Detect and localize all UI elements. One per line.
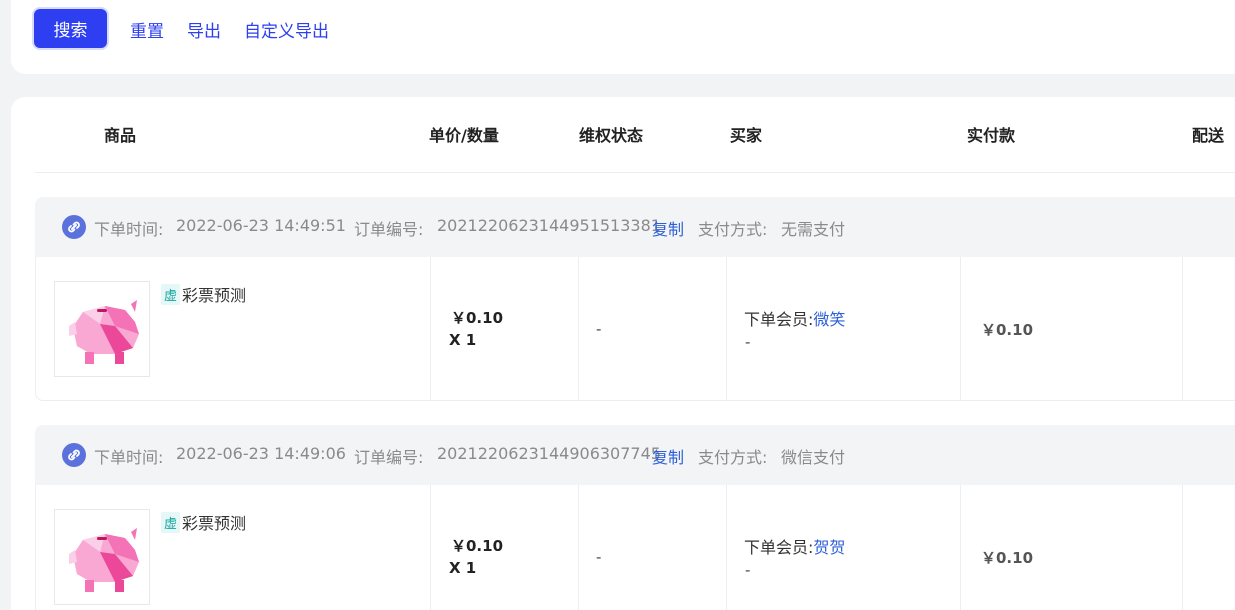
pay-method: 微信支付 xyxy=(781,448,846,467)
export-link[interactable]: 导出 xyxy=(187,17,221,42)
buyer-name-link[interactable]: 微笑 xyxy=(813,310,845,329)
column-divider xyxy=(1182,485,1183,610)
pay-method-label: 支付方式: xyxy=(698,448,768,467)
copy-order-number-button[interactable]: 复制 xyxy=(652,216,684,240)
mini-program-link-icon xyxy=(62,443,86,467)
rights-status: - xyxy=(596,548,602,566)
pay-method: 无需支付 xyxy=(781,220,846,239)
order-time: 2022-06-23 14:49:51 xyxy=(176,216,346,235)
custom-export-link[interactable]: 自定义导出 xyxy=(244,17,329,42)
column-header-rights-status: 维权状态 xyxy=(579,126,644,145)
search-button[interactable]: 搜索 xyxy=(34,9,107,48)
order-number: 2021220623144951513381 xyxy=(437,216,661,235)
quantity: X 1 xyxy=(449,331,477,349)
column-divider xyxy=(1182,257,1183,400)
order-row: 虚 彩票预测 ￥0.10 X 1 - 下单会员:微笑 - ￥0.10 xyxy=(35,257,1235,401)
column-header-price-qty: 单价/数量 xyxy=(429,126,499,145)
product-name[interactable]: 彩票预测 xyxy=(182,282,246,306)
product-thumbnail[interactable] xyxy=(54,281,150,377)
buyer-label: 下单会员: xyxy=(744,538,814,557)
column-divider xyxy=(960,257,961,400)
unit-price: ￥0.10 xyxy=(451,309,504,327)
buyer-label: 下单会员: xyxy=(744,310,814,329)
product-name[interactable]: 彩票预测 xyxy=(182,510,246,534)
order-row: 虚 彩票预测 ￥0.10 X 1 - 下单会员:贺贺 - ￥0.10 xyxy=(35,485,1235,610)
column-divider xyxy=(960,485,961,610)
table-header: 商品 单价/数量 维权状态 买家 实付款 配送 xyxy=(35,97,1235,173)
piggy-bank-icon xyxy=(69,528,139,592)
virtual-product-tag: 虚 xyxy=(161,284,181,305)
buyer-extra: - xyxy=(745,561,751,579)
order-number: 2021220623144906307745 xyxy=(437,444,661,463)
product-thumbnail[interactable] xyxy=(54,509,150,605)
piggy-bank-icon xyxy=(69,300,139,364)
paid-amount: ￥0.10 xyxy=(981,321,1034,339)
order-time: 2022-06-23 14:49:06 xyxy=(176,444,346,463)
buyer-name-link[interactable]: 贺贺 xyxy=(813,538,845,557)
column-divider xyxy=(726,485,727,610)
copy-order-number-button[interactable]: 复制 xyxy=(652,444,684,468)
reset-link[interactable]: 重置 xyxy=(130,17,164,42)
column-header-delivery: 配送 xyxy=(1192,126,1225,145)
column-header-product: 商品 xyxy=(104,126,137,145)
column-header-buyer: 买家 xyxy=(730,126,763,145)
buyer-info: 下单会员:贺贺 xyxy=(744,534,845,558)
buyer-extra: - xyxy=(745,333,751,351)
column-divider xyxy=(430,485,431,610)
column-divider xyxy=(578,485,579,610)
order-time-label: 下单时间: xyxy=(94,448,164,467)
order-number-label: 订单编号: xyxy=(354,220,424,239)
unit-price: ￥0.10 xyxy=(451,537,504,555)
rights-status: - xyxy=(596,320,602,338)
column-header-paid: 实付款 xyxy=(967,126,1016,145)
quantity: X 1 xyxy=(449,559,477,577)
virtual-product-tag: 虚 xyxy=(161,512,181,533)
order-number-label: 订单编号: xyxy=(354,448,424,467)
order-header: 下单时间: 2022-06-23 14:49:51 订单编号: 20212206… xyxy=(35,197,1235,257)
mini-program-link-icon xyxy=(62,215,86,239)
order-time-label: 下单时间: xyxy=(94,220,164,239)
column-divider xyxy=(578,257,579,400)
pay-method-label: 支付方式: xyxy=(698,220,768,239)
paid-amount: ￥0.10 xyxy=(981,549,1034,567)
column-divider xyxy=(430,257,431,400)
column-divider xyxy=(726,257,727,400)
buyer-info: 下单会员:微笑 xyxy=(744,306,845,330)
order-header: 下单时间: 2022-06-23 14:49:06 订单编号: 20212206… xyxy=(35,425,1235,485)
